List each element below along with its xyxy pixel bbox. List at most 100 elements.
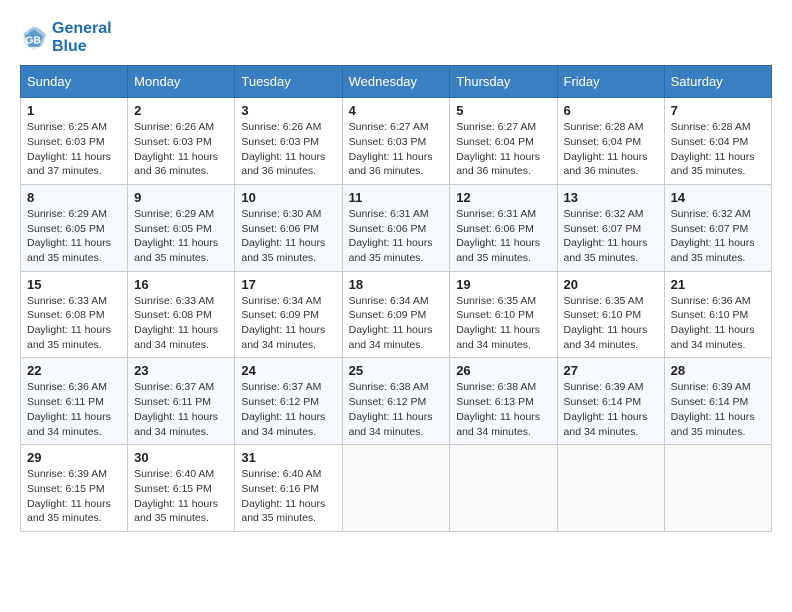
- calendar-cell: 30Sunrise: 6:40 AMSunset: 6:15 PMDayligh…: [128, 445, 235, 532]
- calendar-week-row: 8 Sunrise: 6:29 AMSunset: 6:05 PMDaylight…: [21, 184, 772, 271]
- day-info: Sunrise: 6:31 AMSunset: 6:06 PMDaylight:…: [349, 207, 444, 266]
- calendar-cell: 8 Sunrise: 6:29 AMSunset: 6:05 PMDaylight…: [21, 184, 128, 271]
- calendar-cell: 3 Sunrise: 6:26 AMSunset: 6:03 PMDaylight…: [235, 98, 342, 185]
- day-number: 19: [456, 277, 550, 292]
- calendar-cell: 15 Sunrise: 6:33 AMSunset: 6:08 PMDayligh…: [21, 271, 128, 358]
- day-info: Sunrise: 6:33 AMSunset: 6:08 PMDaylight:…: [134, 294, 228, 353]
- calendar-cell: 4 Sunrise: 6:27 AMSunset: 6:03 PMDaylight…: [342, 98, 450, 185]
- calendar-table: SundayMondayTuesdayWednesdayThursdayFrid…: [20, 65, 772, 532]
- day-info: Sunrise: 6:34 AMSunset: 6:09 PMDaylight:…: [241, 294, 335, 353]
- col-header-wednesday: Wednesday: [342, 66, 450, 98]
- day-number: 30: [134, 450, 228, 465]
- day-info: Sunrise: 6:39 AMSunset: 6:14 PMDaylight:…: [671, 380, 765, 439]
- calendar-cell: 24 Sunrise: 6:37 AMSunset: 6:12 PMDayligh…: [235, 358, 342, 445]
- calendar-cell: 14 Sunrise: 6:32 AMSunset: 6:07 PMDayligh…: [664, 184, 771, 271]
- day-number: 14: [671, 190, 765, 205]
- day-number: 10: [241, 190, 335, 205]
- col-header-sunday: Sunday: [21, 66, 128, 98]
- day-info: Sunrise: 6:27 AMSunset: 6:04 PMDaylight:…: [456, 120, 550, 179]
- calendar-cell: 28 Sunrise: 6:39 AMSunset: 6:14 PMDayligh…: [664, 358, 771, 445]
- day-number: 26: [456, 363, 550, 378]
- calendar-cell: 17Sunrise: 6:34 AMSunset: 6:09 PMDayligh…: [235, 271, 342, 358]
- day-number: 3: [241, 103, 335, 118]
- day-info: Sunrise: 6:28 AMSunset: 6:04 PMDaylight:…: [671, 120, 765, 179]
- day-number: 16: [134, 277, 228, 292]
- col-header-monday: Monday: [128, 66, 235, 98]
- calendar-cell: 6 Sunrise: 6:28 AMSunset: 6:04 PMDaylight…: [557, 98, 664, 185]
- day-number: 20: [564, 277, 658, 292]
- day-info: Sunrise: 6:35 AMSunset: 6:10 PMDaylight:…: [564, 294, 658, 353]
- day-info: Sunrise: 6:38 AMSunset: 6:13 PMDaylight:…: [456, 380, 550, 439]
- day-number: 18: [349, 277, 444, 292]
- calendar-cell: 26 Sunrise: 6:38 AMSunset: 6:13 PMDayligh…: [450, 358, 557, 445]
- calendar-cell: 13Sunrise: 6:32 AMSunset: 6:07 PMDayligh…: [557, 184, 664, 271]
- calendar-cell: 22 Sunrise: 6:36 AMSunset: 6:11 PMDayligh…: [21, 358, 128, 445]
- calendar-cell: 2 Sunrise: 6:26 AMSunset: 6:03 PMDaylight…: [128, 98, 235, 185]
- day-info: Sunrise: 6:35 AMSunset: 6:10 PMDaylight:…: [456, 294, 550, 353]
- calendar-cell: [664, 445, 771, 532]
- day-number: 24: [241, 363, 335, 378]
- calendar-header-row: SundayMondayTuesdayWednesdayThursdayFrid…: [21, 66, 772, 98]
- col-header-tuesday: Tuesday: [235, 66, 342, 98]
- day-info: Sunrise: 6:34 AMSunset: 6:09 PMDaylight:…: [349, 294, 444, 353]
- calendar-cell: 11Sunrise: 6:31 AMSunset: 6:06 PMDayligh…: [342, 184, 450, 271]
- day-info: Sunrise: 6:37 AMSunset: 6:12 PMDaylight:…: [241, 380, 335, 439]
- day-info: Sunrise: 6:39 AMSunset: 6:14 PMDaylight:…: [564, 380, 658, 439]
- day-number: 15: [27, 277, 121, 292]
- day-info: Sunrise: 6:40 AMSunset: 6:16 PMDaylight:…: [241, 467, 335, 526]
- day-info: Sunrise: 6:28 AMSunset: 6:04 PMDaylight:…: [564, 120, 658, 179]
- calendar-cell: 16 Sunrise: 6:33 AMSunset: 6:08 PMDayligh…: [128, 271, 235, 358]
- calendar-week-row: 22 Sunrise: 6:36 AMSunset: 6:11 PMDayligh…: [21, 358, 772, 445]
- calendar-cell: 27 Sunrise: 6:39 AMSunset: 6:14 PMDayligh…: [557, 358, 664, 445]
- calendar-cell: 12Sunrise: 6:31 AMSunset: 6:06 PMDayligh…: [450, 184, 557, 271]
- logo-icon: GB: [20, 24, 48, 52]
- calendar-week-row: 1Sunrise: 6:25 AMSunset: 6:03 PMDaylight…: [21, 98, 772, 185]
- day-number: 12: [456, 190, 550, 205]
- col-header-saturday: Saturday: [664, 66, 771, 98]
- calendar-cell: 7Sunrise: 6:28 AMSunset: 6:04 PMDaylight…: [664, 98, 771, 185]
- day-info: Sunrise: 6:30 AMSunset: 6:06 PMDaylight:…: [241, 207, 335, 266]
- day-number: 4: [349, 103, 444, 118]
- calendar-cell: 18 Sunrise: 6:34 AMSunset: 6:09 PMDayligh…: [342, 271, 450, 358]
- day-number: 1: [27, 103, 121, 118]
- calendar-cell: 23 Sunrise: 6:37 AMSunset: 6:11 PMDayligh…: [128, 358, 235, 445]
- day-info: Sunrise: 6:27 AMSunset: 6:03 PMDaylight:…: [349, 120, 444, 179]
- day-number: 9: [134, 190, 228, 205]
- calendar-cell: 20 Sunrise: 6:35 AMSunset: 6:10 PMDayligh…: [557, 271, 664, 358]
- day-number: 2: [134, 103, 228, 118]
- day-number: 5: [456, 103, 550, 118]
- day-info: Sunrise: 6:32 AMSunset: 6:07 PMDaylight:…: [564, 207, 658, 266]
- calendar-cell: 25Sunrise: 6:38 AMSunset: 6:12 PMDayligh…: [342, 358, 450, 445]
- day-number: 8: [27, 190, 121, 205]
- calendar-cell: [450, 445, 557, 532]
- day-number: 28: [671, 363, 765, 378]
- logo-text: General Blue: [52, 20, 112, 55]
- calendar-cell: 29Sunrise: 6:39 AMSunset: 6:15 PMDayligh…: [21, 445, 128, 532]
- day-info: Sunrise: 6:29 AMSunset: 6:05 PMDaylight:…: [27, 207, 121, 266]
- day-number: 27: [564, 363, 658, 378]
- logo: GB General Blue: [20, 20, 112, 55]
- calendar-cell: 1Sunrise: 6:25 AMSunset: 6:03 PMDaylight…: [21, 98, 128, 185]
- svg-text:GB: GB: [25, 34, 41, 46]
- calendar-cell: [342, 445, 450, 532]
- col-header-friday: Friday: [557, 66, 664, 98]
- day-info: Sunrise: 6:26 AMSunset: 6:03 PMDaylight:…: [241, 120, 335, 179]
- day-number: 23: [134, 363, 228, 378]
- day-number: 22: [27, 363, 121, 378]
- calendar-cell: 10 Sunrise: 6:30 AMSunset: 6:06 PMDayligh…: [235, 184, 342, 271]
- day-info: Sunrise: 6:32 AMSunset: 6:07 PMDaylight:…: [671, 207, 765, 266]
- calendar-week-row: 15 Sunrise: 6:33 AMSunset: 6:08 PMDayligh…: [21, 271, 772, 358]
- day-number: 29: [27, 450, 121, 465]
- page-header: GB General Blue: [20, 20, 772, 55]
- calendar-cell: [557, 445, 664, 532]
- calendar-cell: 9Sunrise: 6:29 AMSunset: 6:05 PMDaylight…: [128, 184, 235, 271]
- calendar-cell: 5 Sunrise: 6:27 AMSunset: 6:04 PMDaylight…: [450, 98, 557, 185]
- day-info: Sunrise: 6:26 AMSunset: 6:03 PMDaylight:…: [134, 120, 228, 179]
- day-info: Sunrise: 6:36 AMSunset: 6:11 PMDaylight:…: [27, 380, 121, 439]
- day-number: 21: [671, 277, 765, 292]
- day-info: Sunrise: 6:37 AMSunset: 6:11 PMDaylight:…: [134, 380, 228, 439]
- calendar-week-row: 29Sunrise: 6:39 AMSunset: 6:15 PMDayligh…: [21, 445, 772, 532]
- col-header-thursday: Thursday: [450, 66, 557, 98]
- day-info: Sunrise: 6:33 AMSunset: 6:08 PMDaylight:…: [27, 294, 121, 353]
- day-number: 6: [564, 103, 658, 118]
